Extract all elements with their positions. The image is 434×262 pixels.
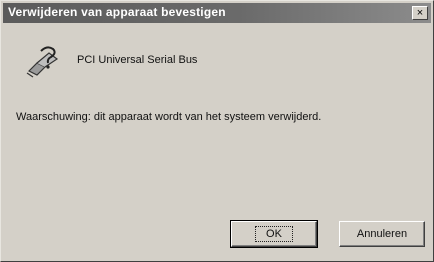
cancel-button-label: Annuleren bbox=[356, 228, 408, 240]
dialog-title: Verwijderen van apparaat bevestigen bbox=[8, 5, 226, 19]
warning-message: Waarschuwing: dit apparaat wordt van het… bbox=[16, 111, 322, 123]
close-icon[interactable]: × bbox=[412, 6, 428, 20]
cancel-button[interactable]: Annuleren bbox=[339, 221, 425, 247]
device-name: PCI Universal Serial Bus bbox=[77, 54, 198, 66]
usb-controller-icon bbox=[26, 46, 59, 78]
title-bar[interactable]: Verwijderen van apparaat bevestigen × bbox=[3, 3, 431, 23]
ok-button[interactable]: OK bbox=[230, 220, 318, 248]
ok-button-label: OK bbox=[255, 226, 293, 242]
confirm-device-removal-dialog: Verwijderen van apparaat bevestigen × PC… bbox=[0, 0, 434, 262]
